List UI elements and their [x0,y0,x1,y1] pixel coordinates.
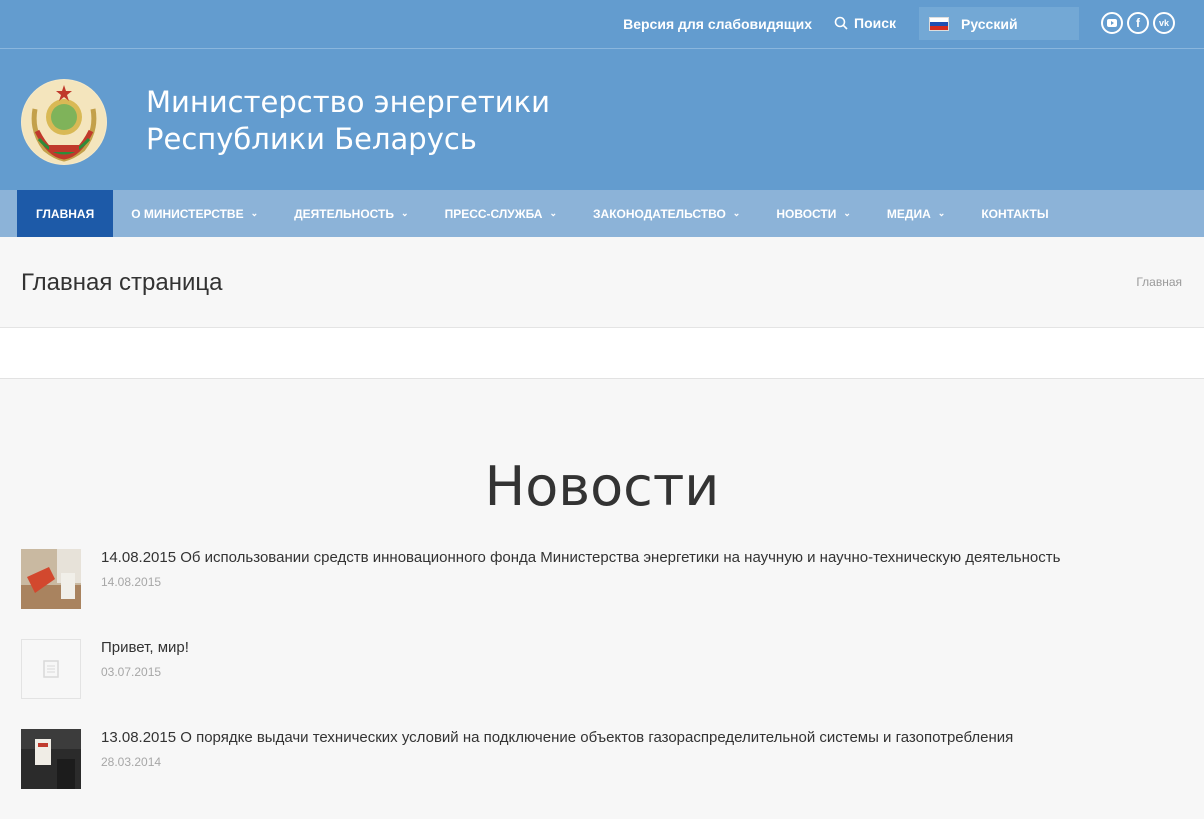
document-placeholder-icon [43,660,59,678]
news-title[interactable]: 13.08.2015 О порядке выдачи технических … [101,729,1013,746]
content-band [0,328,1204,379]
chevron-down-icon: ⌄ [250,208,259,218]
language-selector[interactable]: Русский [919,7,1079,40]
news-title[interactable]: Привет, мир! [101,639,189,656]
accessibility-version-link[interactable]: Версия для слабовидящих [623,16,812,32]
facebook-icon[interactable]: f [1127,12,1149,34]
news-thumbnail-placeholder[interactable] [21,639,81,699]
vk-icon[interactable]: vk [1153,12,1175,34]
news-item: Привет, мир! 03.07.2015 [21,639,1181,729]
nav-label: ДЕЯТЕЛЬНОСТЬ [294,206,395,221]
chevron-down-icon: ⌄ [401,208,409,218]
chevron-down-icon: ⌄ [732,208,741,218]
nav-item-news[interactable]: НОВОСТИ ⌄ [758,190,869,237]
site-header: Версия для слабовидящих Поиск Русский f … [0,0,1204,190]
chevron-down-icon: ⌄ [937,208,946,218]
nav-label: МЕДИА [886,206,931,221]
news-item: 14.08.2015 Об использовании средств инно… [21,549,1181,639]
emblem-logo[interactable] [21,79,107,165]
breadcrumb-home[interactable]: Главная [1136,275,1182,289]
page-header: Главная страница Главная [0,237,1204,328]
page-title: Главная страница [21,269,223,296]
language-label: Русский [961,15,1018,32]
site-title-line1: Министерство энергетики [146,85,550,119]
search-icon [834,16,848,30]
nav-item-about-ministry[interactable]: О МИНИСТЕРСТВЕ ⌄ [113,190,276,237]
social-links: f vk [1101,12,1175,34]
news-title[interactable]: 14.08.2015 Об использовании средств инно… [101,549,1060,566]
nav-label: ПРЕСС-СЛУЖБА [444,206,543,221]
nav-label: НОВОСТИ [776,206,837,221]
nav-label: ЗАКОНОДАТЕЛЬСТВО [593,206,726,221]
site-title[interactable]: Министерство энергетики Республики Белар… [146,84,550,158]
news-date: 14.08.2015 [101,575,162,589]
youtube-icon[interactable] [1101,12,1123,34]
russia-flag-icon [929,16,949,31]
news-thumbnail[interactable] [21,549,81,609]
nav-item-home[interactable]: ГЛАВНАЯ [17,190,114,237]
news-thumbnail[interactable] [21,729,81,789]
top-bar: Версия для слабовидящих Поиск Русский f … [0,0,1204,49]
news-date: 28.03.2014 [101,755,162,769]
search-button[interactable]: Поиск [834,15,896,31]
nav-label: ГЛАВНАЯ [36,206,95,221]
nav-item-legislation[interactable]: ЗАКОНОДАТЕЛЬСТВО ⌄ [575,190,758,237]
nav-item-contacts[interactable]: КОНТАКТЫ [963,190,1066,237]
news-section-title: Новости [484,455,720,518]
site-title-line2: Республики Беларусь [146,122,477,156]
main-nav: ГЛАВНАЯ О МИНИСТЕРСТВЕ ⌄ ДЕЯТЕЛЬНОСТЬ ⌄ ПР… [0,190,1204,237]
nav-label: КОНТАКТЫ [981,206,1049,221]
nav-item-press-service[interactable]: ПРЕСС-СЛУЖБА ⌄ [427,190,575,237]
news-date: 03.07.2015 [101,665,162,679]
nav-item-activity[interactable]: ДЕЯТЕЛЬНОСТЬ ⌄ [276,190,426,237]
chevron-down-icon: ⌄ [549,208,558,218]
nav-item-media[interactable]: МЕДИА ⌄ [869,190,963,237]
nav-label: О МИНИСТЕРСТВЕ [131,206,244,221]
news-list: 14.08.2015 Об использовании средств инно… [21,549,1181,819]
chevron-down-icon: ⌄ [843,208,851,218]
search-label: Поиск [854,15,897,31]
